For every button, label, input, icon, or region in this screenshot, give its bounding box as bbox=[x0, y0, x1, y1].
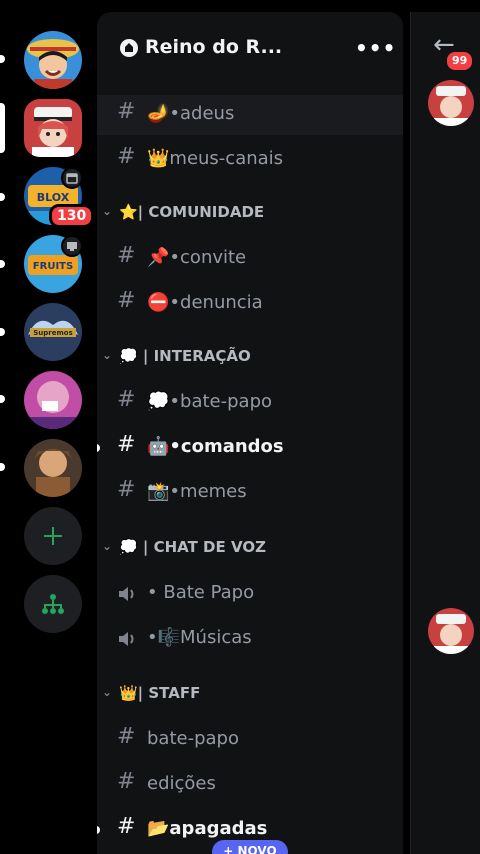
channel-panel: Reino do R... ••• # 🪔•adeus # 👑meus-cana… bbox=[97, 12, 403, 854]
channel-staff-bate-papo[interactable]: # bate-papo bbox=[97, 720, 403, 760]
category-label: 💭 | INTERAÇÃO bbox=[119, 347, 251, 365]
category-chat-de-voz[interactable]: ⌄ 💭 | CHAT DE VOZ bbox=[97, 533, 403, 563]
locked-hash-icon: # bbox=[117, 814, 136, 839]
chat-preview-strip: ← 99 bbox=[410, 12, 480, 854]
channel-label: 🪔•adeus bbox=[147, 103, 235, 124]
unread-pill bbox=[0, 395, 5, 403]
locked-hash-icon: # bbox=[117, 724, 136, 749]
category-comunidade[interactable]: ⌄ ⭐| COMUNIDADE bbox=[97, 198, 403, 228]
plus-icon bbox=[44, 527, 62, 545]
channel-label: ⛔•denuncia bbox=[147, 292, 263, 313]
avatar[interactable] bbox=[428, 608, 474, 654]
event-icon bbox=[61, 167, 83, 189]
channel-convite[interactable]: # 📌•convite bbox=[97, 239, 403, 279]
channel-meus-canais[interactable]: # 👑meus-canais bbox=[97, 140, 403, 180]
category-label: 💭 | CHAT DE VOZ bbox=[119, 538, 266, 556]
svg-text:BLOX: BLOX bbox=[37, 191, 70, 204]
channel-memes[interactable]: # 📸•memes bbox=[97, 473, 403, 513]
hash-icon: # bbox=[117, 477, 136, 502]
speaker-icon bbox=[119, 587, 134, 601]
category-label: ⭐| COMUNIDADE bbox=[119, 203, 265, 221]
notification-badge: 99 bbox=[447, 52, 473, 70]
svg-text:Supremos: Supremos bbox=[33, 329, 73, 337]
category-label: 👑| STAFF bbox=[119, 684, 201, 702]
voice-channel-bate-papo[interactable]: • Bate Papo bbox=[97, 574, 403, 614]
unread-pill bbox=[0, 193, 5, 201]
unread-pill bbox=[0, 260, 5, 268]
unread-pill bbox=[0, 55, 5, 63]
hash-icon: # bbox=[117, 243, 136, 268]
server-icon-supremos[interactable]: Supremos bbox=[24, 303, 82, 361]
discover-button[interactable] bbox=[24, 575, 82, 633]
hash-icon: # bbox=[117, 99, 136, 124]
mention-count-badge: 130 bbox=[49, 204, 95, 228]
add-server-button[interactable] bbox=[24, 507, 82, 565]
speaker-icon bbox=[119, 632, 134, 646]
chevron-down-icon: ⌄ bbox=[102, 539, 113, 553]
channel-comandos[interactable]: # 🤖•comandos bbox=[97, 428, 403, 468]
channel-label: •🎼Músicas bbox=[147, 627, 252, 648]
unread-pill bbox=[0, 463, 5, 471]
unread-pill bbox=[0, 328, 5, 336]
channel-label: 📂apagadas bbox=[147, 818, 268, 839]
channel-label: bate-papo bbox=[147, 728, 239, 749]
channel-label: 👑meus-canais bbox=[147, 148, 284, 169]
voice-channel-musicas[interactable]: •🎼Músicas bbox=[97, 619, 403, 659]
server-icon-luffy[interactable] bbox=[24, 31, 82, 89]
channel-bate-papo[interactable]: # 💭•bate-papo bbox=[97, 383, 403, 423]
server-header[interactable]: Reino do R... ••• bbox=[97, 12, 403, 82]
server-menu-button[interactable]: ••• bbox=[355, 36, 396, 60]
channel-label: 📸•memes bbox=[147, 481, 247, 502]
channel-label: 🤖•comandos bbox=[147, 436, 284, 457]
category-interacao[interactable]: ⌄ 💭 | INTERAÇÃO bbox=[97, 342, 403, 372]
channel-label: • Bate Papo bbox=[147, 582, 255, 603]
hierarchy-icon bbox=[42, 594, 64, 614]
screen-share-icon bbox=[61, 235, 83, 257]
unread-indicator bbox=[97, 444, 100, 452]
channel-edicoes[interactable]: # edições bbox=[97, 765, 403, 805]
channel-adeus[interactable]: # 🪔•adeus bbox=[97, 95, 403, 135]
category-staff[interactable]: ⌄ 👑| STAFF bbox=[97, 679, 403, 709]
server-icon-brown[interactable] bbox=[24, 439, 82, 497]
hash-icon: # bbox=[117, 288, 136, 313]
chevron-down-icon: ⌄ bbox=[102, 204, 113, 218]
chevron-down-icon: ⌄ bbox=[102, 348, 113, 362]
channel-label: 💭•bate-papo bbox=[147, 391, 273, 412]
channel-denuncia[interactable]: # ⛔•denuncia bbox=[97, 284, 403, 324]
selected-pill bbox=[0, 103, 5, 153]
svg-text:FRUITS: FRUITS bbox=[33, 261, 73, 272]
server-rail: BLOX 130 FRUITS Supremos bbox=[0, 0, 100, 854]
server-icon-reino[interactable] bbox=[24, 99, 82, 157]
locked-hash-icon: # bbox=[117, 769, 136, 794]
hash-icon: # bbox=[117, 387, 136, 412]
server-name: Reino do R... bbox=[145, 36, 283, 58]
chevron-down-icon: ⌄ bbox=[102, 685, 113, 699]
server-icon-pink[interactable] bbox=[24, 371, 82, 429]
unread-indicator bbox=[97, 826, 100, 834]
hash-icon: # bbox=[117, 432, 136, 457]
new-messages-pill[interactable]: + NOVO bbox=[212, 840, 288, 854]
channel-label: edições bbox=[147, 773, 216, 794]
avatar[interactable] bbox=[428, 80, 474, 126]
community-icon bbox=[120, 39, 138, 57]
channel-label: 📌•convite bbox=[147, 247, 247, 268]
hash-icon: # bbox=[117, 144, 136, 169]
